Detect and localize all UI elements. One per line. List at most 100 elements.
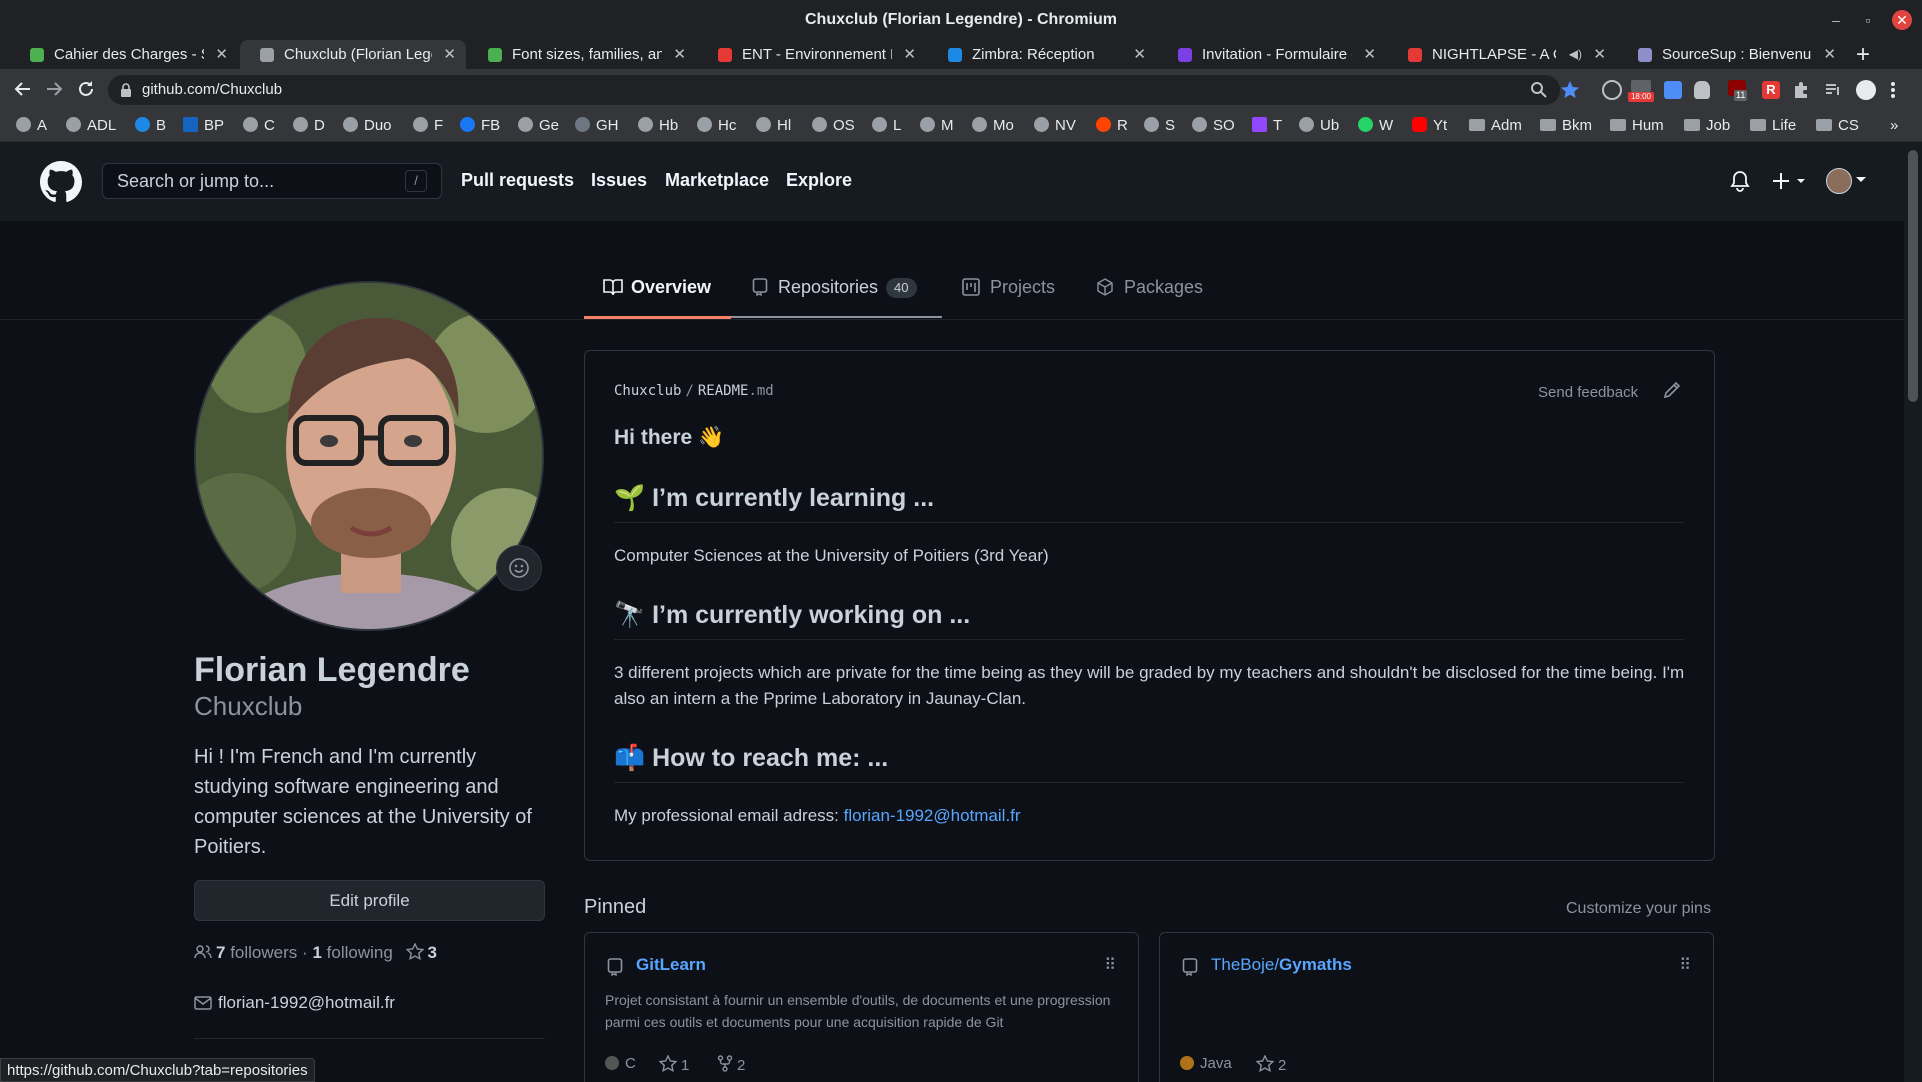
translate-icon[interactable]: [1664, 81, 1682, 99]
user-avatar[interactable]: [1826, 168, 1852, 194]
bookmark-folder[interactable]: Hum: [1610, 117, 1664, 135]
tab-close-icon[interactable]: ✕: [1593, 40, 1606, 69]
bookmark-item[interactable]: NV: [1034, 117, 1076, 135]
url-text[interactable]: github.com/Chuxclub: [142, 75, 282, 105]
minimize-button[interactable]: –: [1826, 10, 1846, 30]
repo-name-link[interactable]: TheBoje/Gymaths: [1211, 955, 1352, 975]
tab-projects[interactable]: Projects: [962, 275, 1055, 319]
bookmark-item[interactable]: C: [243, 117, 275, 135]
tab-close-icon[interactable]: ✕: [1823, 40, 1836, 69]
back-icon[interactable]: [12, 78, 34, 100]
browser-tab[interactable]: ENT - Environnement Nu ✕: [698, 40, 926, 69]
tab-overview[interactable]: Overview: [603, 275, 711, 319]
tab-close-icon[interactable]: ✕: [903, 40, 916, 69]
bookmark-item[interactable]: Ge: [518, 117, 559, 135]
tab-close-icon[interactable]: ✕: [1363, 40, 1376, 69]
bookmark-item[interactable]: Ub: [1299, 117, 1339, 135]
stars-link[interactable]: 3: [405, 943, 437, 962]
bookmark-item[interactable]: SO: [1192, 117, 1235, 135]
bookmark-item[interactable]: Hl: [756, 117, 791, 135]
browser-tab[interactable]: Cahier des Charges - Sta ✕: [10, 40, 238, 69]
bookmark-item[interactable]: D: [293, 117, 325, 135]
new-tab-button[interactable]: +: [1848, 40, 1878, 69]
bookmark-item[interactable]: M: [920, 117, 954, 135]
bookmarks-more-button[interactable]: »: [1890, 117, 1898, 135]
bookmark-folder[interactable]: Life: [1750, 117, 1796, 135]
bell-icon[interactable]: [1730, 170, 1750, 192]
browser-tab[interactable]: SourceSup : Bienvenue ✕: [1618, 40, 1846, 69]
menu-dots-icon[interactable]: [1888, 80, 1898, 100]
followers-link[interactable]: 7 followers: [216, 943, 297, 962]
browser-tab[interactable]: Font sizes, families, and ✕: [468, 40, 696, 69]
zoom-icon[interactable]: [1530, 81, 1548, 99]
send-feedback-link[interactable]: Send feedback: [1538, 384, 1638, 401]
nav-marketplace[interactable]: Marketplace: [665, 170, 769, 191]
extension-icon[interactable]: [1602, 80, 1622, 100]
create-new-dropdown[interactable]: [1772, 170, 1808, 192]
bookmark-item[interactable]: F: [413, 117, 443, 135]
ublock-icon[interactable]: 11: [1728, 80, 1750, 102]
lock-icon[interactable]: [120, 83, 132, 97]
bookmark-item[interactable]: S: [1144, 117, 1175, 135]
r-extension-icon[interactable]: R: [1762, 81, 1780, 99]
readme-file-link[interactable]: README: [698, 383, 749, 399]
bookmark-item[interactable]: W: [1358, 117, 1393, 135]
customize-pins-link[interactable]: Customize your pins: [1566, 900, 1711, 918]
bookmark-item[interactable]: Hb: [638, 117, 678, 135]
repo-stars-link[interactable]: 2: [1256, 1055, 1286, 1074]
repo-name-link[interactable]: GitLearn: [636, 955, 706, 975]
drag-handle-icon[interactable]: ⠿: [1679, 955, 1691, 975]
tab-close-icon[interactable]: ✕: [215, 40, 228, 69]
github-logo-icon[interactable]: [40, 161, 82, 203]
nav-explore[interactable]: Explore: [786, 170, 852, 191]
bookmark-item[interactable]: ADL: [66, 117, 116, 135]
nav-pull-requests[interactable]: Pull requests: [461, 170, 574, 191]
browser-tab[interactable]: NIGHTLAPSE - A Chill ◀) ✕: [1388, 40, 1616, 69]
bookmark-item[interactable]: A: [16, 117, 47, 135]
tab-close-icon[interactable]: ✕: [443, 40, 456, 69]
browser-tab[interactable]: Zimbra: Réception ✕: [928, 40, 1156, 69]
forward-icon[interactable]: [43, 78, 65, 100]
readme-email-link[interactable]: florian-1992@hotmail.fr: [844, 806, 1021, 825]
chevron-down-icon[interactable]: [1856, 177, 1866, 183]
bookmark-item[interactable]: Yt: [1412, 117, 1447, 135]
profile-email[interactable]: florian-1992@hotmail.fr: [218, 993, 395, 1012]
address-bar[interactable]: [108, 75, 1560, 105]
audio-playing-icon[interactable]: ◀): [1569, 40, 1582, 69]
maximize-button[interactable]: ▫: [1858, 10, 1878, 30]
browser-tab-active[interactable]: Chuxclub (Florian Legen ✕: [240, 40, 466, 69]
bookmark-item[interactable]: Duo: [343, 117, 392, 135]
edit-profile-button[interactable]: Edit profile: [194, 880, 545, 921]
bookmark-item[interactable]: OS: [812, 117, 855, 135]
bookmark-folder[interactable]: Adm: [1469, 117, 1522, 135]
reload-icon[interactable]: [75, 78, 97, 100]
scrollbar-thumb[interactable]: [1908, 150, 1918, 402]
bookmark-folder[interactable]: Job: [1684, 117, 1730, 135]
puzzle-icon[interactable]: [1792, 81, 1810, 99]
browser-tab[interactable]: Invitation - Formulaire d ✕: [1158, 40, 1386, 69]
following-link[interactable]: 1 following: [312, 943, 392, 962]
edit-pencil-icon[interactable]: [1662, 380, 1682, 400]
bookmark-item[interactable]: Mo: [972, 117, 1014, 135]
bookmark-item[interactable]: BP: [183, 117, 224, 135]
profile-email-row[interactable]: florian-1992@hotmail.fr: [194, 993, 395, 1013]
tab-close-icon[interactable]: ✕: [673, 40, 686, 69]
media-icon[interactable]: [1824, 81, 1842, 99]
search-placeholder[interactable]: Search or jump to...: [117, 163, 274, 199]
readme-owner-link[interactable]: Chuxclub: [614, 383, 681, 399]
bookmark-item[interactable]: L: [872, 117, 901, 135]
timer-extension-icon[interactable]: 18:00: [1628, 80, 1654, 102]
profile-avatar-icon[interactable]: [1856, 80, 1876, 100]
bookmark-item[interactable]: Hc: [697, 117, 736, 135]
bookmark-item[interactable]: GH: [575, 117, 619, 135]
repo-forks-link[interactable]: 2: [717, 1055, 745, 1074]
bookmark-star-icon[interactable]: [1560, 80, 1580, 100]
bookmark-item[interactable]: FB: [460, 117, 500, 135]
repo-stars-link[interactable]: 1: [659, 1055, 689, 1074]
tab-repositories[interactable]: Repositories 40: [752, 275, 917, 319]
nav-issues[interactable]: Issues: [591, 170, 647, 191]
bookmark-folder[interactable]: CS: [1816, 117, 1859, 135]
bookmark-folder[interactable]: Bkm: [1540, 117, 1592, 135]
leaf-extension-icon[interactable]: [1694, 81, 1710, 99]
close-window-button[interactable]: ✕: [1892, 10, 1912, 30]
